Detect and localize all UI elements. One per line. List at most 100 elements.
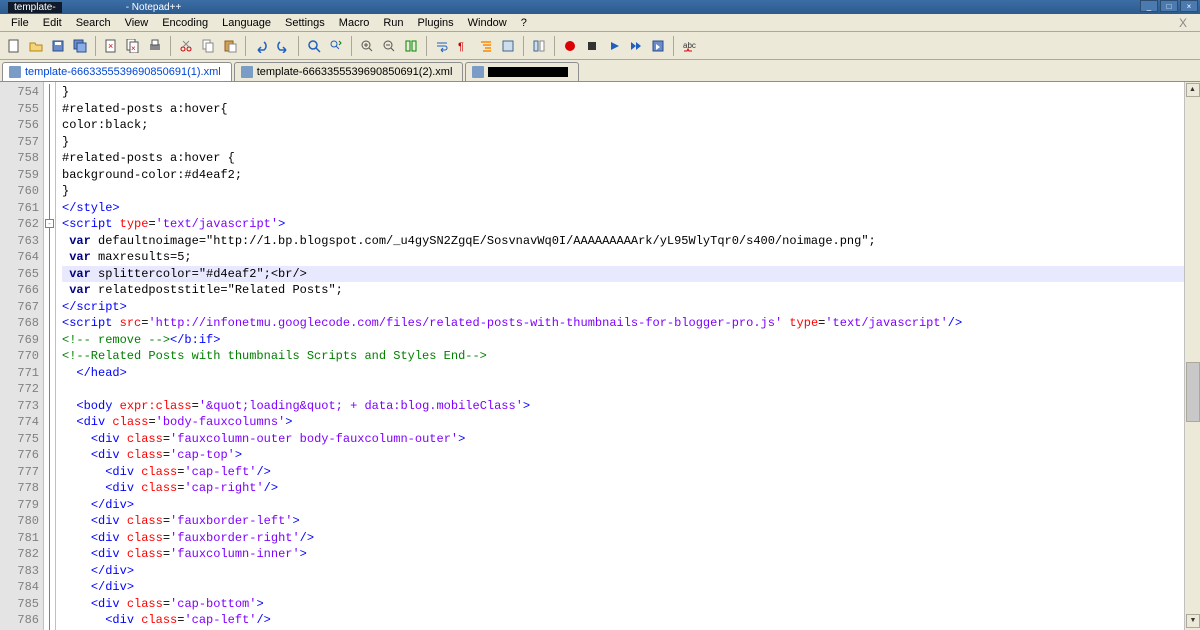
code-line[interactable]: </div> — [62, 563, 1184, 580]
indent-guide-button[interactable] — [476, 36, 496, 56]
menu-edit[interactable]: Edit — [36, 15, 69, 31]
menu-file[interactable]: File — [4, 15, 36, 31]
code-line[interactable]: #related-posts a:hover { — [62, 150, 1184, 167]
print-button[interactable] — [145, 36, 165, 56]
line-number: 772 — [0, 381, 39, 398]
code-line[interactable]: <div class='fauxcolumn-outer body-fauxco… — [62, 431, 1184, 448]
line-number: 775 — [0, 431, 39, 448]
save-all-button[interactable] — [70, 36, 90, 56]
code-line[interactable]: </style> — [62, 200, 1184, 217]
replace-button[interactable] — [326, 36, 346, 56]
line-gutter: 7547557567577587597607617627637647657667… — [0, 82, 44, 630]
menu-view[interactable]: View — [118, 15, 156, 31]
svg-text:×: × — [108, 41, 113, 51]
spell-check-button[interactable]: abc — [679, 36, 699, 56]
zoom-out-button[interactable] — [379, 36, 399, 56]
stop-macro-button[interactable] — [582, 36, 602, 56]
tab-label: template-6663355539690850691(2).xml — [257, 66, 453, 78]
menu-encoding[interactable]: Encoding — [155, 15, 215, 31]
menu-run[interactable]: Run — [376, 15, 410, 31]
code-line[interactable]: <script src='http://infonetmu.googlecode… — [62, 315, 1184, 332]
minimize-button[interactable]: _ — [1140, 0, 1158, 12]
save-button[interactable] — [48, 36, 68, 56]
code-line[interactable]: </script> — [62, 299, 1184, 316]
code-line[interactable]: } — [62, 84, 1184, 101]
code-line[interactable]: #related-posts a:hover{ — [62, 101, 1184, 118]
sync-vscroll-button[interactable] — [401, 36, 421, 56]
copy-button[interactable] — [198, 36, 218, 56]
code-area[interactable]: }#related-posts a:hover{color:black;}#re… — [56, 82, 1184, 630]
code-line[interactable]: <script type='text/javascript'> — [62, 216, 1184, 233]
code-line[interactable]: <div class='fauxcolumn-inner'> — [62, 546, 1184, 563]
menu-macro[interactable]: Macro — [332, 15, 377, 31]
code-line[interactable]: <div class='cap-top'> — [62, 447, 1184, 464]
code-line[interactable]: var relatedpoststitle="Related Posts"; — [62, 282, 1184, 299]
line-number: 764 — [0, 249, 39, 266]
play-multi-button[interactable] — [626, 36, 646, 56]
vertical-scrollbar[interactable]: ▲ ▼ — [1184, 82, 1200, 630]
record-macro-button[interactable] — [560, 36, 580, 56]
code-line[interactable]: } — [62, 183, 1184, 200]
code-line[interactable]: } — [62, 134, 1184, 151]
code-line[interactable]: var defaultnoimage="http://1.bp.blogspot… — [62, 233, 1184, 250]
code-line[interactable]: color:black; — [62, 117, 1184, 134]
fold-toggle[interactable]: - — [45, 219, 54, 228]
code-line[interactable]: var splittercolor="#d4eaf2";<br/> — [62, 266, 1184, 283]
code-line[interactable]: <div class='fauxborder-left'> — [62, 513, 1184, 530]
close-button[interactable]: × — [1180, 0, 1198, 12]
menu-language[interactable]: Language — [215, 15, 278, 31]
separator — [245, 36, 246, 56]
new-button[interactable] — [4, 36, 24, 56]
scroll-up-button[interactable]: ▲ — [1186, 83, 1200, 97]
play-macro-button[interactable] — [604, 36, 624, 56]
code-line[interactable]: <body expr:class='&quot;loading&quot; + … — [62, 398, 1184, 415]
line-number: 762 — [0, 216, 39, 233]
menu-settings[interactable]: Settings — [278, 15, 332, 31]
code-line[interactable]: <div class='cap-left'/> — [62, 464, 1184, 481]
code-line[interactable]: <div class='cap-left'/> — [62, 612, 1184, 629]
file-tab[interactable] — [465, 62, 579, 81]
code-line[interactable]: <!--Related Posts with thumbnails Script… — [62, 348, 1184, 365]
scroll-down-button[interactable]: ▼ — [1186, 614, 1200, 628]
code-line[interactable]: </head> — [62, 365, 1184, 382]
close-file-button[interactable]: × — [101, 36, 121, 56]
menu-plugins[interactable]: Plugins — [411, 15, 461, 31]
code-line[interactable]: <div class='cap-right'/> — [62, 480, 1184, 497]
code-line[interactable]: <div class='body-fauxcolumns'> — [62, 414, 1184, 431]
doc-close-icon[interactable]: X — [1172, 14, 1194, 32]
code-line[interactable]: <div class='fauxborder-right'/> — [62, 530, 1184, 547]
code-line[interactable]: </div> — [62, 497, 1184, 514]
scroll-thumb[interactable] — [1186, 362, 1200, 422]
code-line[interactable]: background-color:#d4eaf2; — [62, 167, 1184, 184]
user-lang-button[interactable] — [498, 36, 518, 56]
maximize-button[interactable]: □ — [1160, 0, 1178, 12]
tab-label: template-6663355539690850691(1).xml — [25, 66, 221, 78]
word-wrap-button[interactable] — [432, 36, 452, 56]
show-chars-button[interactable]: ¶ — [454, 36, 474, 56]
menubar: FileEditSearchViewEncodingLanguageSettin… — [0, 14, 1200, 32]
save-macro-button[interactable] — [648, 36, 668, 56]
menu-?[interactable]: ? — [514, 15, 534, 31]
code-line[interactable]: <div class='cap-bottom'> — [62, 596, 1184, 613]
doc-map-button[interactable] — [529, 36, 549, 56]
menu-search[interactable]: Search — [69, 15, 118, 31]
file-tab[interactable]: template-6663355539690850691(1).xml — [2, 62, 232, 81]
code-line[interactable]: </div> — [62, 579, 1184, 596]
code-line[interactable]: var maxresults=5; — [62, 249, 1184, 266]
file-tab[interactable]: template-6663355539690850691(2).xml — [234, 62, 464, 81]
close-all-button[interactable]: × — [123, 36, 143, 56]
menu-window[interactable]: Window — [461, 15, 514, 31]
undo-button[interactable] — [251, 36, 271, 56]
cut-button[interactable] — [176, 36, 196, 56]
paste-button[interactable] — [220, 36, 240, 56]
open-button[interactable] — [26, 36, 46, 56]
redo-button[interactable] — [273, 36, 293, 56]
line-number: 760 — [0, 183, 39, 200]
find-button[interactable] — [304, 36, 324, 56]
line-number: 765 — [0, 266, 39, 283]
code-line[interactable] — [62, 381, 1184, 398]
zoom-in-button[interactable] — [357, 36, 377, 56]
code-line[interactable]: <!-- remove --></b:if> — [62, 332, 1184, 349]
line-number: 754 — [0, 84, 39, 101]
fold-margin[interactable]: - — [44, 82, 56, 630]
